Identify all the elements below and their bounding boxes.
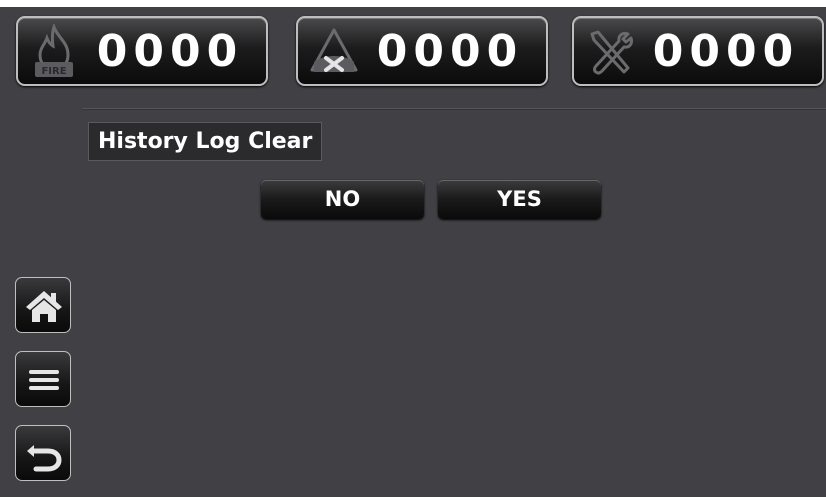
- menu-icon: [29, 370, 59, 390]
- maintenance-counter-value: 0000: [652, 26, 800, 77]
- maintenance-icon: [590, 30, 633, 75]
- maintenance-counter: 0000: [572, 16, 824, 86]
- divider: [82, 108, 826, 110]
- back-button[interactable]: [15, 425, 71, 481]
- fire-counter: FIRE 0000: [16, 16, 268, 86]
- svg-text:FIRE: FIRE: [41, 66, 66, 77]
- menu-button[interactable]: [15, 351, 71, 407]
- fault-counter: 0000: [296, 16, 548, 86]
- fault-counter-value: 0000: [376, 26, 524, 77]
- screen: FIRE 0000 0000 0000 History Log Clear NO…: [0, 7, 826, 497]
- no-button[interactable]: NO: [261, 180, 424, 219]
- fault-icon: [310, 28, 358, 72]
- home-icon: [26, 291, 62, 322]
- page-title: History Log Clear: [88, 122, 323, 161]
- fire-counter-value: 0000: [96, 26, 244, 77]
- home-button[interactable]: [15, 277, 71, 333]
- yes-button[interactable]: YES: [438, 180, 601, 219]
- back-icon: [27, 445, 62, 472]
- fire-icon: FIRE: [35, 24, 73, 77]
